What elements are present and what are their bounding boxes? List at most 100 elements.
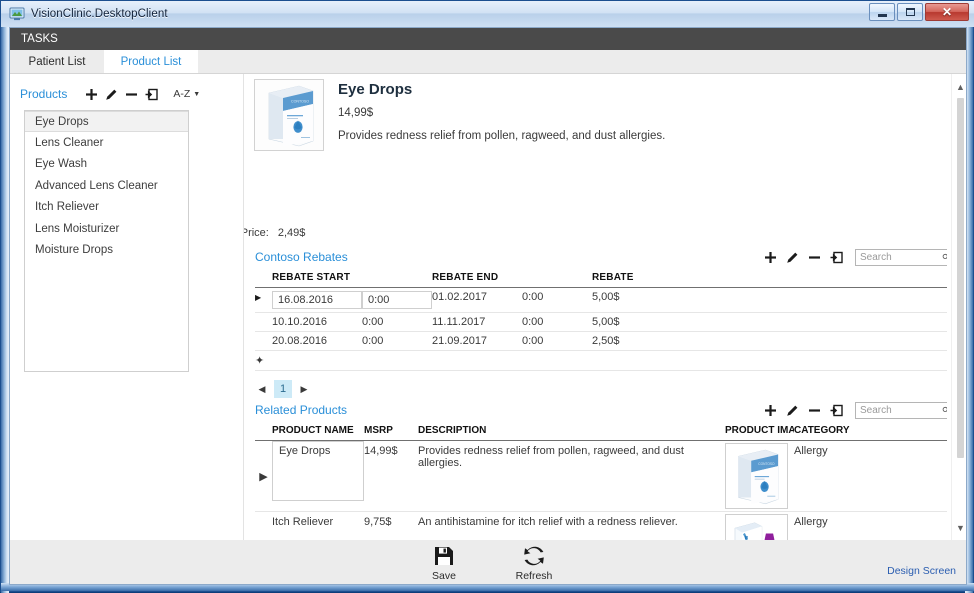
rp-col-description[interactable]: DESCRIPTION (418, 421, 725, 441)
table-row[interactable]: 16.08.2016 0:00 01.02.2017 0:00 5,00$ (255, 288, 947, 313)
export-icon[interactable] (826, 400, 846, 420)
related-products-grid[interactable]: PRODUCT NAME MSRP DESCRIPTION PRODUCT IM… (255, 421, 947, 540)
cell-rebate-start-time-value: 0:00 (362, 291, 432, 309)
scroll-up-icon[interactable]: ▲ (952, 78, 967, 95)
rp-col-product-name[interactable]: PRODUCT NAME (272, 421, 364, 441)
cell-rebate-start-time[interactable]: 0:00 (362, 332, 432, 351)
monitor-icon (9, 6, 25, 22)
cell-rebate[interactable]: 5,00$ (592, 288, 692, 313)
minimize-button[interactable] (869, 3, 895, 21)
list-item[interactable]: Lens Moisturizer (25, 218, 188, 239)
title-bar[interactable]: VisionClinic.DesktopClient ✕ (1, 1, 974, 27)
rebates-col-rebate-start[interactable]: REBATE START (272, 268, 362, 288)
new-row-cell (692, 351, 947, 371)
cell-rebate[interactable]: 5,00$ (592, 313, 692, 332)
products-pane: Products A-Z ▼ (10, 74, 243, 540)
tab-patient-list[interactable]: Patient List (10, 50, 104, 73)
cell-description[interactable]: An antihistamine for itch relief with a … (418, 512, 725, 541)
table-row[interactable]: Itch Reliever 9,75$ An antihistamine for… (255, 512, 947, 541)
cell-rebate-end[interactable]: 11.11.2017 (432, 313, 522, 332)
list-item[interactable]: Lens Cleaner (25, 132, 188, 153)
cell-rebate-end[interactable]: 21.09.2017 (432, 332, 522, 351)
svg-text:CONTOSO: CONTOSO (291, 100, 309, 104)
save-disk-icon (433, 545, 455, 567)
next-arrow-icon: ▶ (301, 384, 308, 395)
cell-rebate-start[interactable]: 16.08.2016 (272, 288, 362, 313)
list-item[interactable]: Eye Drops (25, 111, 188, 132)
export-icon[interactable] (826, 247, 846, 267)
refresh-button-label: Refresh (516, 570, 553, 582)
edit-pencil-icon[interactable] (782, 400, 802, 420)
cell-rebate-end-time[interactable]: 0:00 (522, 313, 592, 332)
add-icon[interactable] (760, 400, 780, 420)
rebates-col-rebate[interactable]: REBATE (592, 268, 692, 288)
delete-icon[interactable] (121, 84, 141, 104)
detail-vertical-scrollbar[interactable]: ▲ ▼ (951, 74, 967, 540)
cell-msrp[interactable]: 9,75$ (364, 512, 418, 541)
related-products-search-input[interactable]: Search ⚲ (855, 402, 947, 419)
add-icon[interactable] (760, 247, 780, 267)
cell-rebate-start[interactable]: 20.08.2016 (272, 332, 362, 351)
export-icon[interactable] (141, 84, 161, 104)
delete-icon[interactable] (804, 400, 824, 420)
cell-product-image[interactable]: CONTOSO (725, 441, 794, 512)
cell-rebate-end[interactable]: 01.02.2017 (432, 288, 522, 313)
sort-order-label: A-Z (173, 88, 190, 100)
cell-product-image[interactable]: B (725, 512, 794, 541)
sort-order-button[interactable]: A-Z ▼ (173, 88, 200, 100)
new-row-placeholder[interactable]: ✦ (255, 351, 947, 371)
products-listbox[interactable]: Eye Drops Lens Cleaner Eye Wash Advanced… (24, 110, 189, 372)
itch-reliever-bottle-image: B (725, 514, 788, 540)
design-screen-link[interactable]: Design Screen (887, 565, 956, 577)
cell-category[interactable]: Allergy (794, 441, 947, 512)
list-item[interactable]: Itch Reliever (25, 197, 188, 218)
rebates-next-page-button[interactable]: ▶ (297, 381, 311, 397)
cell-rebate-start-time[interactable]: 0:00 (362, 313, 432, 332)
save-button[interactable]: Save (414, 545, 474, 582)
list-item[interactable]: Eye Wash (25, 154, 188, 175)
close-button[interactable]: ✕ (925, 3, 969, 21)
rp-col-product-image[interactable]: PRODUCT IMAG (725, 421, 794, 441)
list-item[interactable]: Moisture Drops (25, 239, 188, 260)
cell-rebate[interactable]: 2,50$ (592, 332, 692, 351)
close-icon: ✕ (942, 5, 952, 19)
cell-rebate-start-value: 16.08.2016 (272, 291, 362, 309)
table-row[interactable]: 10.10.2016 0:00 11.11.2017 0:00 5,00$ (255, 313, 947, 332)
cell-category[interactable]: Allergy (794, 512, 947, 541)
rp-col-category[interactable]: CATEGORY (794, 421, 947, 441)
add-icon[interactable] (81, 84, 101, 104)
cell-rebate-start-time[interactable]: 0:00 (362, 288, 432, 313)
rebates-grid[interactable]: REBATE START REBATE END REBATE (255, 268, 947, 371)
list-item[interactable]: Advanced Lens Cleaner (25, 175, 188, 196)
cell-rebate-start[interactable]: 10.10.2016 (272, 313, 362, 332)
scrollbar-thumb[interactable] (957, 98, 964, 458)
scroll-down-icon[interactable]: ▼ (952, 519, 967, 536)
edit-pencil-icon[interactable] (101, 84, 121, 104)
table-row[interactable]: ▶ Eye Drops 14,99$ Provides redness reli… (255, 441, 947, 512)
rebates-page-1-button[interactable]: 1 (274, 380, 292, 398)
cell-product-name[interactable]: Eye Drops (272, 441, 364, 512)
new-row-cell (362, 351, 432, 371)
maximize-button[interactable] (897, 3, 923, 21)
rebates-search-input[interactable]: Search ⚲ (855, 249, 947, 266)
cell-rebate-end-time[interactable]: 0:00 (522, 288, 592, 313)
tasks-label: TASKS (21, 33, 58, 45)
refresh-button[interactable]: Refresh (504, 545, 564, 582)
rebates-col-rebate-end[interactable]: REBATE END (432, 268, 522, 288)
current-price-label: Current Price: (244, 227, 269, 239)
tab-product-list[interactable]: Product List (104, 50, 198, 73)
cell-description[interactable]: Provides redness relief from pollen, rag… (418, 441, 725, 512)
cell-rebate-end-time[interactable]: 0:00 (522, 332, 592, 351)
related-products-section-title: Related Products (255, 403, 347, 417)
row-selector-icon: ▶ (255, 441, 272, 512)
edit-pencil-icon[interactable] (782, 247, 802, 267)
prev-arrow-icon: ◀ (259, 384, 266, 395)
rebates-prev-page-button[interactable]: ◀ (255, 381, 269, 397)
delete-icon[interactable] (804, 247, 824, 267)
cell-msrp[interactable]: 14,99$ (364, 441, 418, 512)
cell-product-name[interactable]: Itch Reliever (272, 512, 364, 541)
rp-col-msrp[interactable]: MSRP (364, 421, 418, 441)
table-row[interactable]: 20.08.2016 0:00 21.09.2017 0:00 2,50$ (255, 332, 947, 351)
list-item-label: Advanced Lens Cleaner (35, 180, 158, 192)
main-panel: Products A-Z ▼ (10, 74, 967, 540)
